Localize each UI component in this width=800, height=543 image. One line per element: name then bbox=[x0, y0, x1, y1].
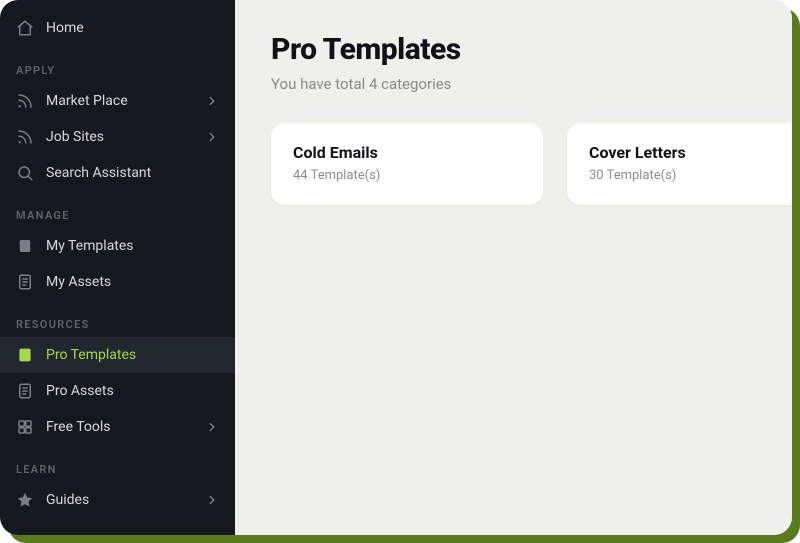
document-icon bbox=[16, 273, 34, 291]
sidebar-section-learn: LEARN bbox=[0, 445, 235, 482]
rss-icon bbox=[16, 92, 34, 110]
sidebar-section-apply: APPLY bbox=[0, 46, 235, 83]
card-title: Cold Emails bbox=[293, 143, 521, 162]
sidebar-item-job-sites[interactable]: Job Sites bbox=[0, 119, 235, 155]
grid-icon bbox=[16, 418, 34, 436]
sidebar-item-label: Pro Assets bbox=[46, 383, 219, 399]
page-title: Pro Templates bbox=[271, 32, 792, 67]
category-cards: Cold Emails 44 Template(s) Cover Letters… bbox=[271, 123, 792, 205]
sidebar-section-manage: MANAGE bbox=[0, 191, 235, 228]
sidebar-item-market-place[interactable]: Market Place bbox=[0, 83, 235, 119]
card-title: Cover Letters bbox=[589, 143, 792, 162]
sidebar: Home APPLY Market Place Job Sites bbox=[0, 0, 235, 535]
star-icon bbox=[16, 491, 34, 509]
sidebar-item-search-assistant[interactable]: Search Assistant bbox=[0, 155, 235, 191]
page-subtitle: You have total 4 categories bbox=[271, 75, 792, 93]
sidebar-item-label: Free Tools bbox=[46, 419, 193, 435]
sidebar-item-label: Market Place bbox=[46, 93, 193, 109]
card-subtitle: 30 Template(s) bbox=[589, 168, 792, 183]
category-card-cold-emails[interactable]: Cold Emails 44 Template(s) bbox=[271, 123, 543, 205]
note-icon bbox=[16, 346, 34, 364]
main-content: Pro Templates You have total 4 categorie… bbox=[235, 0, 792, 535]
sidebar-item-pro-templates[interactable]: Pro Templates bbox=[0, 337, 235, 373]
sidebar-item-label: My Templates bbox=[46, 238, 219, 254]
sidebar-item-label: My Assets bbox=[46, 274, 219, 290]
sidebar-item-pro-assets[interactable]: Pro Assets bbox=[0, 373, 235, 409]
sidebar-section-resources: RESOURCES bbox=[0, 300, 235, 337]
document-icon bbox=[16, 382, 34, 400]
app-window: Home APPLY Market Place Job Sites bbox=[0, 0, 792, 535]
sidebar-item-label: Job Sites bbox=[46, 129, 193, 145]
sidebar-item-my-assets[interactable]: My Assets bbox=[0, 264, 235, 300]
sidebar-item-guides[interactable]: Guides bbox=[0, 482, 235, 518]
rss-icon bbox=[16, 128, 34, 146]
chevron-right-icon bbox=[205, 130, 219, 144]
home-icon bbox=[16, 19, 34, 37]
sidebar-item-free-tools[interactable]: Free Tools bbox=[0, 409, 235, 445]
chevron-right-icon bbox=[205, 94, 219, 108]
sidebar-item-label: Search Assistant bbox=[46, 165, 219, 181]
sidebar-item-label: Guides bbox=[46, 492, 193, 508]
chevron-right-icon bbox=[205, 420, 219, 434]
chevron-right-icon bbox=[205, 493, 219, 507]
search-icon bbox=[16, 164, 34, 182]
note-icon bbox=[16, 237, 34, 255]
sidebar-item-label: Pro Templates bbox=[46, 347, 219, 363]
category-card-cover-letters[interactable]: Cover Letters 30 Template(s) bbox=[567, 123, 792, 205]
card-subtitle: 44 Template(s) bbox=[293, 168, 521, 183]
sidebar-item-home[interactable]: Home bbox=[0, 10, 235, 46]
sidebar-item-label: Home bbox=[46, 20, 219, 36]
sidebar-item-my-templates[interactable]: My Templates bbox=[0, 228, 235, 264]
